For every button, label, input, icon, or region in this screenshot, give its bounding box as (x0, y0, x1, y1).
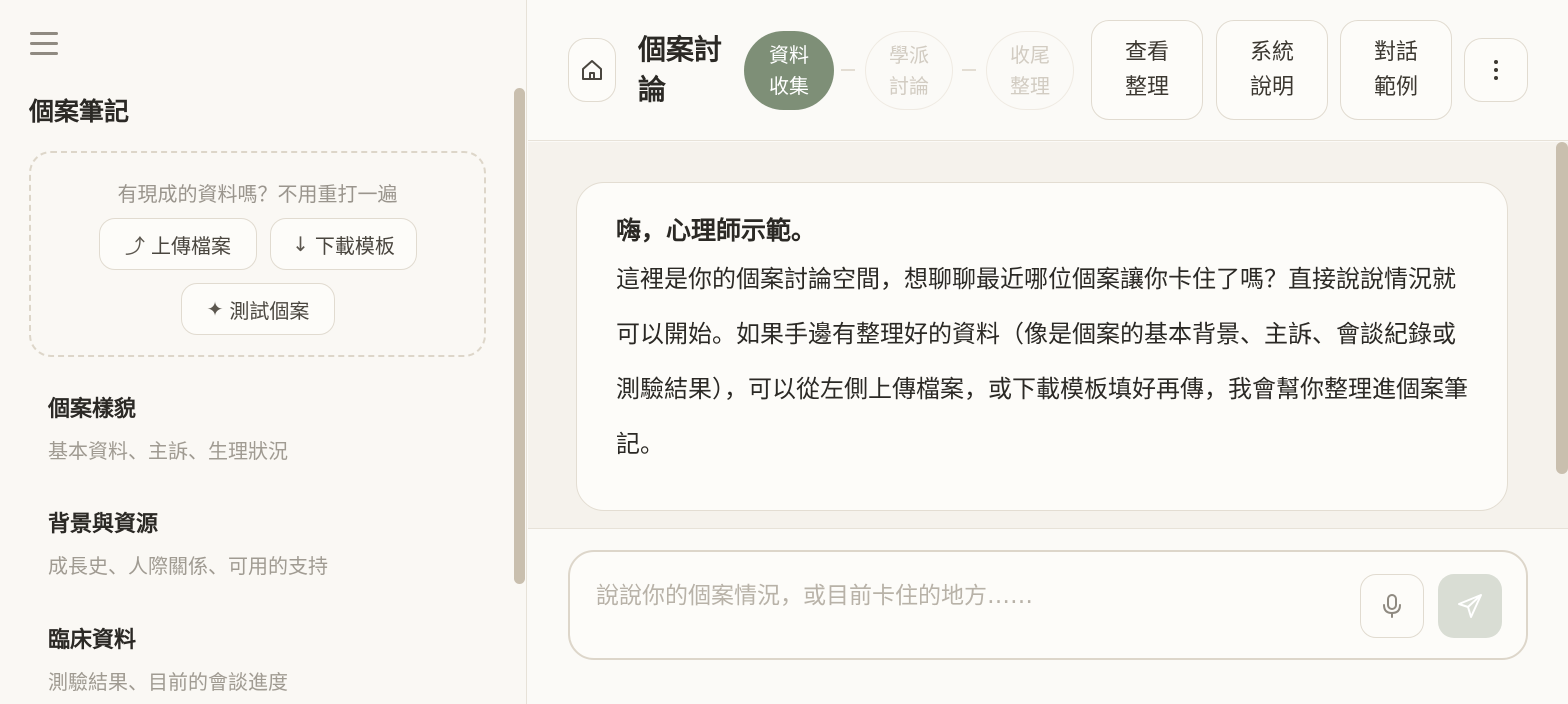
chat-area: 嗨，心理師示範。 這裡是你的個案討論空間，想聊聊最近哪位個案讓你卡住了嗎？直接說… (528, 142, 1568, 529)
test-case-label: 測試個案 (229, 298, 310, 323)
assistant-message: 嗨，心理師示範。 這裡是你的個案討論空間，想聊聊最近哪位個案讓你卡住了嗎？直接說… (576, 182, 1508, 511)
section-title: 臨床資料 (48, 628, 137, 653)
upload-hint: 有現成的資料嗎？不用重打一遍 (117, 182, 398, 206)
hamburger-menu-icon[interactable] (30, 31, 58, 57)
step-label: 資料收集 (769, 42, 809, 98)
dialogue-examples-button[interactable]: 對話範例 (1340, 20, 1452, 120)
message-input[interactable] (596, 576, 1336, 616)
chat-scrollbar[interactable] (1556, 142, 1568, 474)
microphone-icon (1383, 594, 1401, 618)
page-title: 個案討論 (638, 33, 723, 106)
sparkle-icon: ✦ (206, 297, 224, 321)
home-icon (582, 60, 602, 80)
step-connector (962, 69, 976, 71)
view-summary-button[interactable]: 查看整理 (1091, 20, 1203, 120)
send-icon (1458, 594, 1482, 618)
step-school-discussion[interactable]: 學派討論 (865, 31, 953, 110)
upload-icon: ⤴ (125, 233, 145, 258)
step-wrap-up[interactable]: 收尾整理 (986, 31, 1074, 110)
tool-label: 對話範例 (1373, 40, 1418, 100)
test-case-button[interactable]: ✦ 測試個案 (181, 283, 335, 335)
message-greeting: 嗨，心理師示範。 (616, 216, 817, 245)
system-guide-button[interactable]: 系統說明 (1216, 20, 1328, 120)
send-button[interactable] (1438, 574, 1502, 638)
sidebar-title: 個案筆記 (29, 97, 130, 126)
composer (568, 550, 1528, 660)
section-subtitle: 成長史、人際關係、可用的支持 (48, 554, 328, 578)
microphone-button[interactable] (1360, 574, 1424, 638)
section-clinical-data[interactable]: 臨床資料 測驗結果、目前的會談進度 (48, 622, 288, 695)
section-case-profile[interactable]: 個案樣貌 基本資料、主訴、生理狀況 (48, 391, 288, 464)
section-subtitle: 基本資料、主訴、生理狀況 (48, 439, 288, 463)
tool-label: 系統說明 (1249, 40, 1294, 100)
upload-file-button[interactable]: ⤴ 上傳檔案 (99, 218, 257, 270)
top-bar: 個案討論 資料收集 學派討論 收尾整理 查看整理 系統說明 對話範例 (528, 0, 1568, 141)
download-template-button[interactable]: ↓ 下載模板 (270, 218, 417, 270)
section-background-resources[interactable]: 背景與資源 成長史、人際關係、可用的支持 (48, 506, 328, 579)
sidebar: 個案筆記 有現成的資料嗎？不用重打一遍 ⤴ 上傳檔案 ↓ 下載模板 ✦ 測試個案… (0, 0, 527, 704)
section-subtitle: 測驗結果、目前的會談進度 (48, 670, 288, 694)
section-title: 個案樣貌 (48, 397, 137, 422)
step-label: 收尾整理 (1010, 42, 1050, 98)
sidebar-scrollbar[interactable] (514, 88, 525, 584)
message-body: 這裡是你的個案討論空間，想聊聊最近哪位個案讓你卡住了嗎？直接說說情況就可以開始。… (616, 265, 1468, 458)
step-label: 學派討論 (889, 42, 929, 98)
step-connector (841, 69, 855, 71)
home-button[interactable] (568, 38, 616, 102)
step-data-collection[interactable]: 資料收集 (744, 31, 834, 110)
more-vertical-icon[interactable] (1464, 38, 1528, 102)
upload-file-label: 上傳檔案 (151, 233, 231, 258)
tool-label: 查看整理 (1124, 40, 1169, 100)
composer-area (528, 530, 1568, 704)
section-title: 背景與資源 (48, 512, 159, 537)
download-template-label: 下載模板 (314, 233, 395, 258)
download-icon: ↓ (292, 232, 309, 256)
upload-dropzone[interactable]: 有現成的資料嗎？不用重打一遍 ⤴ 上傳檔案 ↓ 下載模板 ✦ 測試個案 (29, 151, 486, 357)
